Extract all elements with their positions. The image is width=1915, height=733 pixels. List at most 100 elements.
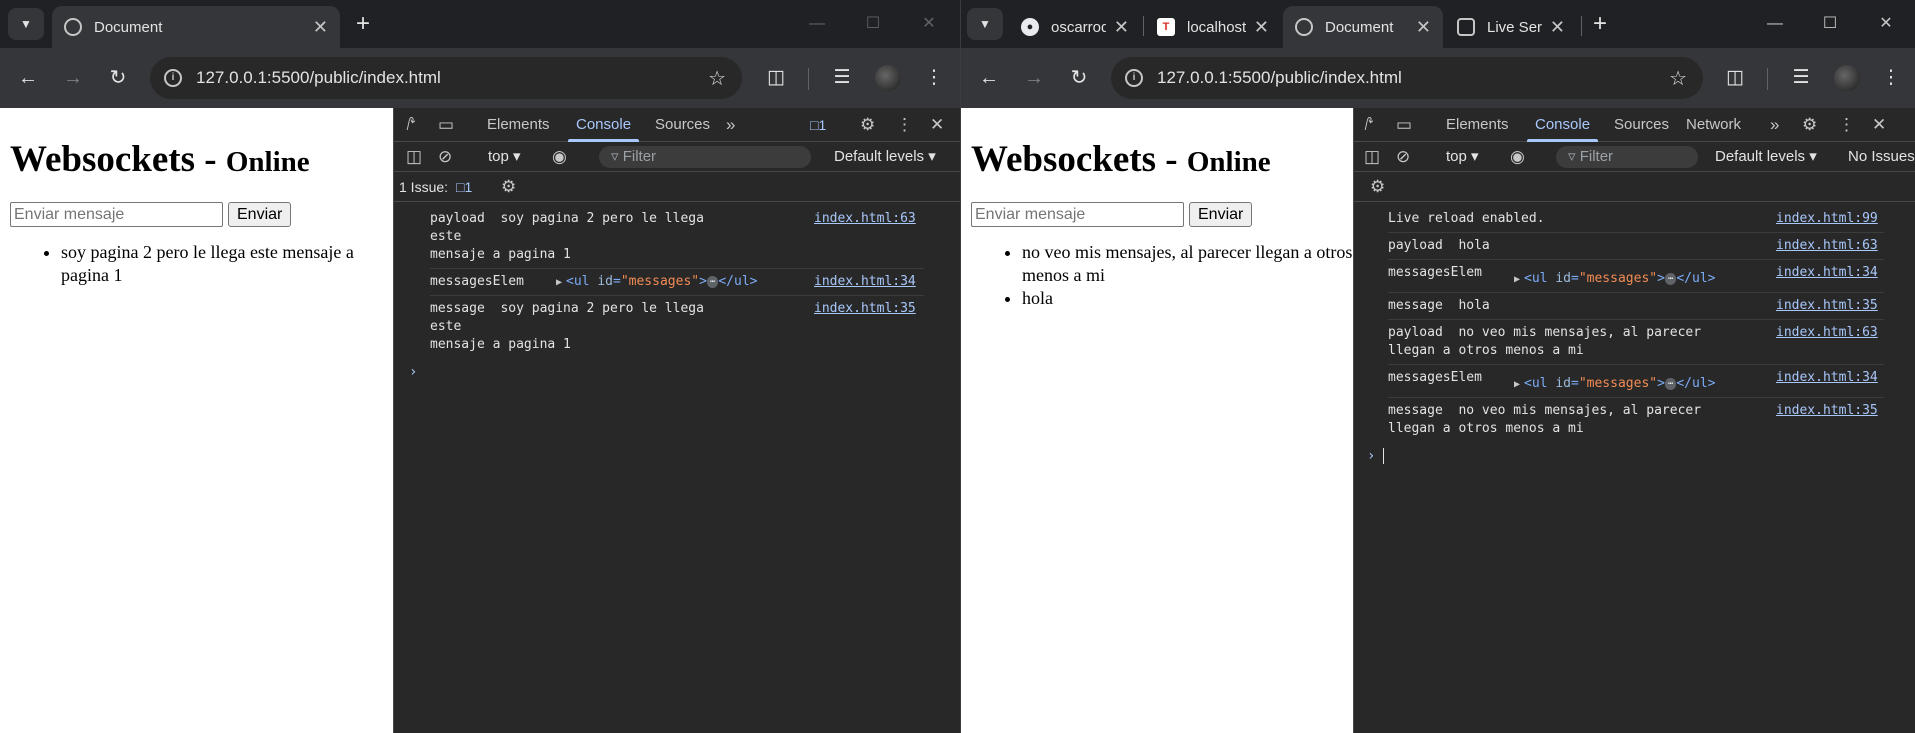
ellipsis-icon[interactable]: ⋯	[706, 275, 719, 288]
puzzle-icon[interactable]: ◫	[762, 64, 790, 92]
ellipsis-icon[interactable]: ⋯	[1664, 377, 1677, 390]
info-icon[interactable]: i	[1125, 69, 1143, 87]
back-button[interactable]: ←	[975, 64, 1003, 92]
source-link[interactable]: index.html:34	[1776, 264, 1878, 282]
avatar[interactable]	[875, 65, 901, 91]
ellipsis-icon[interactable]: ⋯	[1664, 272, 1677, 285]
address-bar[interactable]: i 127.0.0.1:5500/public/index.html ☆	[1111, 57, 1703, 99]
reload-button[interactable]: ↻	[1065, 64, 1093, 92]
source-link[interactable]: index.html:34	[814, 273, 916, 291]
clear-console-icon[interactable]: ⊘	[438, 142, 452, 172]
close-tab-icon[interactable]: ✕	[1114, 17, 1129, 38]
sidebar-icon[interactable]: ◫	[406, 142, 422, 172]
tab-console[interactable]: Console	[567, 108, 640, 142]
message-input[interactable]: Enviar mensaje	[971, 202, 1184, 227]
console-prompt[interactable]: ›	[409, 358, 924, 386]
new-tab-button[interactable]: +	[356, 10, 370, 38]
tab-console[interactable]: Console	[1526, 108, 1599, 142]
issues-link[interactable]: □1	[456, 172, 472, 202]
source-link[interactable]: index.html:35	[1776, 402, 1878, 420]
playlist-icon[interactable]: ☰	[1787, 64, 1815, 92]
info-icon[interactable]: i	[164, 69, 182, 87]
filter-input[interactable]: ▿ Filter	[1556, 146, 1698, 168]
expand-triangle-icon[interactable]: ▶	[1514, 274, 1520, 285]
more-tabs-icon[interactable]: »	[1770, 108, 1779, 142]
back-button[interactable]: ←	[14, 64, 42, 92]
address-url[interactable]: 127.0.0.1:5500/public/index.html	[196, 68, 708, 88]
issues-badge[interactable]: □1	[810, 108, 826, 142]
tab-elements[interactable]: Elements	[487, 108, 550, 142]
more-tabs-icon[interactable]: »	[726, 108, 735, 142]
kebab-icon[interactable]: ⋮	[896, 108, 913, 142]
puzzle-icon[interactable]: ◫	[1721, 64, 1749, 92]
sidebar-icon[interactable]: ◫	[1364, 142, 1380, 172]
device-toolbar-icon[interactable]: ▭	[438, 108, 454, 142]
minimize-button[interactable]: —	[1752, 8, 1798, 40]
element-preview[interactable]: ▶ <ul id="messages"> ⋯ </ul>	[1514, 375, 1716, 394]
forward-button[interactable]: →	[59, 64, 87, 92]
tab-live-server[interactable]: Live Server ✕	[1445, 6, 1577, 48]
star-icon[interactable]: ☆	[1669, 66, 1687, 91]
send-button[interactable]: Enviar	[228, 202, 292, 227]
minimize-button[interactable]: —	[794, 8, 840, 40]
address-url[interactable]: 127.0.0.1:5500/public/index.html	[1157, 68, 1669, 88]
close-tab-icon[interactable]: ✕	[1416, 17, 1431, 38]
kebab-icon[interactable]: ⋮	[1838, 108, 1855, 142]
kebab-icon[interactable]: ⋮	[1877, 64, 1905, 92]
levels-select[interactable]: Default levels ▾	[1715, 142, 1817, 172]
expand-triangle-icon[interactable]: ▶	[1514, 379, 1520, 390]
star-icon[interactable]: ☆	[708, 66, 726, 91]
source-link[interactable]: index.html:35	[1776, 297, 1878, 315]
close-tab-icon[interactable]: ✕	[313, 17, 328, 38]
kebab-icon[interactable]: ⋮	[920, 64, 948, 92]
message-input[interactable]: Enviar mensaje	[10, 202, 223, 227]
gear-icon[interactable]: ⚙	[501, 172, 516, 202]
maximize-button[interactable]: ☐	[1807, 8, 1853, 40]
tab-network[interactable]: Network	[1686, 108, 1741, 142]
forward-button[interactable]: →	[1020, 64, 1048, 92]
source-link[interactable]: index.html:35	[814, 300, 916, 318]
gear-icon[interactable]: ⚙	[1370, 172, 1385, 202]
issues-label[interactable]: No Issues	[1848, 142, 1915, 172]
close-icon[interactable]: ✕	[930, 108, 944, 142]
source-link[interactable]: index.html:34	[1776, 369, 1878, 387]
eye-icon[interactable]: ◉	[552, 142, 567, 172]
inspect-icon[interactable]: ⭚	[1364, 108, 1374, 142]
context-select[interactable]: top ▾	[1446, 142, 1479, 172]
element-preview[interactable]: ▶ <ul id="messages"> ⋯ </ul>	[556, 273, 758, 292]
tab-document[interactable]: Document ✕	[52, 6, 340, 48]
tab-sources[interactable]: Sources	[1614, 108, 1669, 142]
close-tab-icon[interactable]: ✕	[1254, 17, 1269, 38]
source-link[interactable]: index.html:99	[1776, 210, 1878, 228]
eye-icon[interactable]: ◉	[1510, 142, 1525, 172]
source-link[interactable]: index.html:63	[1776, 324, 1878, 342]
tab-document[interactable]: Document ✕	[1283, 6, 1443, 48]
console-prompt[interactable]: ›	[1367, 442, 1884, 470]
close-icon[interactable]: ✕	[1872, 108, 1886, 142]
levels-select[interactable]: Default levels ▾	[834, 142, 936, 172]
tab-search-button[interactable]: ▼	[967, 8, 1003, 40]
device-toolbar-icon[interactable]: ▭	[1396, 108, 1412, 142]
filter-input[interactable]: ▿ Filter	[599, 146, 811, 168]
close-window-button[interactable]: ✕	[906, 8, 952, 40]
close-tab-icon[interactable]: ✕	[1550, 17, 1565, 38]
gear-icon[interactable]: ⚙	[1802, 108, 1817, 142]
close-window-button[interactable]: ✕	[1863, 8, 1909, 40]
maximize-button[interactable]: ☐	[850, 8, 896, 40]
clear-console-icon[interactable]: ⊘	[1396, 142, 1410, 172]
context-select[interactable]: top ▾	[488, 142, 521, 172]
tab-sources[interactable]: Sources	[655, 108, 710, 142]
avatar[interactable]	[1834, 65, 1860, 91]
element-preview[interactable]: ▶ <ul id="messages"> ⋯ </ul>	[1514, 270, 1716, 289]
tab-github[interactable]: ● oscarrodrig ✕	[1009, 6, 1141, 48]
source-link[interactable]: index.html:63	[814, 210, 916, 228]
address-bar[interactable]: i 127.0.0.1:5500/public/index.html ☆	[150, 57, 742, 99]
reload-button[interactable]: ↻	[104, 64, 132, 92]
inspect-icon[interactable]: ⭚	[406, 108, 416, 142]
playlist-icon[interactable]: ☰	[828, 64, 856, 92]
tab-elements[interactable]: Elements	[1446, 108, 1509, 142]
tab-localhost[interactable]: T localhost:3 ✕	[1145, 6, 1281, 48]
gear-icon[interactable]: ⚙	[860, 108, 875, 142]
send-button[interactable]: Enviar	[1189, 202, 1253, 227]
expand-triangle-icon[interactable]: ▶	[556, 277, 562, 288]
